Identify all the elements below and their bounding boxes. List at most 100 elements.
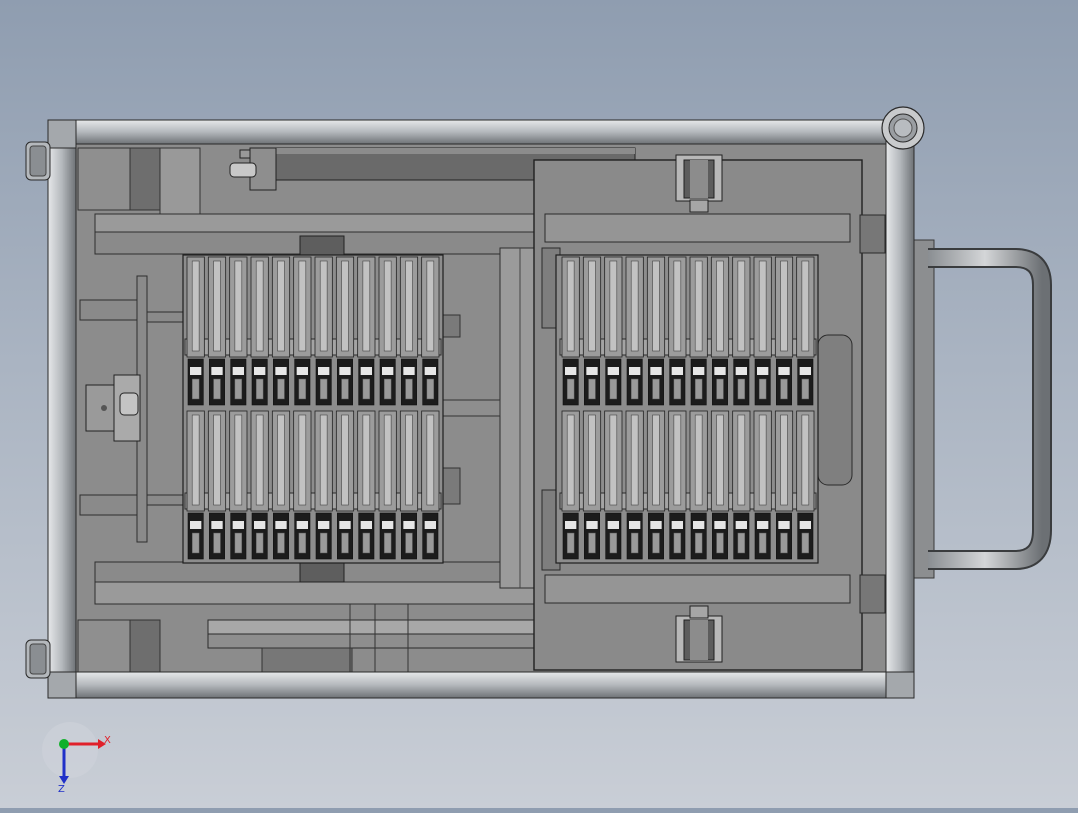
cell-highlight [673, 260, 682, 352]
terminal-band [424, 367, 436, 375]
terminal-band [629, 367, 641, 375]
terminal-band [735, 521, 747, 529]
terminal-band [693, 521, 705, 529]
cell-highlight [255, 414, 264, 506]
terminal-spring [362, 378, 371, 400]
terminal-band [254, 367, 266, 375]
terminal-spring [780, 378, 788, 400]
3d-model-viewport[interactable]: X Z [0, 0, 1078, 808]
terminal-band [671, 367, 683, 375]
terminal-band [254, 521, 266, 529]
terminal-band [232, 521, 244, 529]
cell-highlight [673, 414, 682, 506]
terminal-spring [362, 532, 371, 554]
cell-highlight [426, 414, 435, 506]
terminal-band [211, 367, 223, 375]
terminal-spring [694, 378, 703, 400]
terminal-spring [234, 532, 243, 554]
terminal-spring [405, 532, 413, 554]
terminal-band [339, 521, 351, 529]
cell-highlight [191, 260, 200, 352]
cell-highlight [191, 414, 200, 506]
terminal-spring [652, 532, 660, 554]
terminal-spring [255, 378, 264, 400]
cell-highlight [341, 260, 349, 352]
cell-highlight [319, 260, 328, 352]
terminal-spring [298, 532, 307, 554]
terminal-band [318, 521, 330, 529]
terminal-band [650, 521, 662, 529]
cell-highlight [780, 260, 788, 352]
cell-highlight [277, 414, 285, 506]
terminal-band [190, 521, 202, 529]
terminal-spring [319, 532, 328, 554]
terminal-band [565, 521, 577, 529]
terminal-band [778, 367, 790, 375]
cell-highlight [405, 414, 413, 506]
cell-highlight [341, 414, 349, 506]
terminal-spring [630, 532, 639, 554]
terminal-band [778, 521, 790, 529]
cell-highlight [737, 260, 746, 352]
terminal-spring [566, 378, 575, 400]
cell-highlight [277, 260, 285, 352]
terminal-spring [213, 532, 221, 554]
cell-highlight [694, 260, 703, 352]
terminal-spring [191, 378, 200, 400]
terminal-spring [588, 378, 596, 400]
cell-highlight [801, 260, 810, 352]
z-axis-arrowhead [59, 776, 69, 784]
terminal-band [403, 521, 415, 529]
terminal-spring [758, 378, 767, 400]
cell-highlight [758, 260, 767, 352]
terminal-spring [716, 532, 724, 554]
terminal-spring [609, 378, 618, 400]
cell-highlight [758, 414, 767, 506]
cell-highlight [383, 260, 392, 352]
terminal-band [607, 367, 619, 375]
terminal-spring [234, 378, 243, 400]
terminal-band [586, 367, 598, 375]
cell-highlight [652, 414, 660, 506]
terminal-band [586, 521, 598, 529]
terminal-spring [277, 532, 285, 554]
cell-highlight [405, 260, 413, 352]
terminal-spring [694, 532, 703, 554]
cell-highlight [716, 414, 724, 506]
cell-highlight [213, 260, 221, 352]
terminal-spring [737, 532, 746, 554]
cell-highlight [588, 260, 596, 352]
right-cell-tray [555, 254, 819, 564]
cell-highlight [566, 414, 575, 506]
terminal-spring [213, 378, 221, 400]
terminal-spring [383, 532, 392, 554]
terminal-spring [758, 532, 767, 554]
cell-highlight [298, 414, 307, 506]
cell-highlight [362, 260, 371, 352]
cell-highlight [566, 260, 575, 352]
terminal-band [565, 367, 577, 375]
terminal-spring [319, 378, 328, 400]
terminal-band [318, 367, 330, 375]
terminal-band [296, 367, 308, 375]
cell-highlight [588, 414, 596, 506]
terminal-spring [652, 378, 660, 400]
terminal-spring [566, 532, 575, 554]
cell-highlight [609, 260, 618, 352]
terminal-band [799, 521, 811, 529]
terminal-band [211, 521, 223, 529]
terminal-spring [191, 532, 200, 554]
cad-model-drawing[interactable]: X Z [0, 0, 1078, 808]
cell-highlight [298, 260, 307, 352]
cell-highlight [609, 414, 618, 506]
terminal-band [799, 367, 811, 375]
terminal-spring [405, 378, 413, 400]
terminal-band [693, 367, 705, 375]
terminal-band [190, 367, 202, 375]
terminal-band [424, 521, 436, 529]
cell-highlight [630, 260, 639, 352]
terminal-band [735, 367, 747, 375]
terminal-spring [383, 378, 392, 400]
cell-highlight [694, 414, 703, 506]
terminal-spring [716, 378, 724, 400]
